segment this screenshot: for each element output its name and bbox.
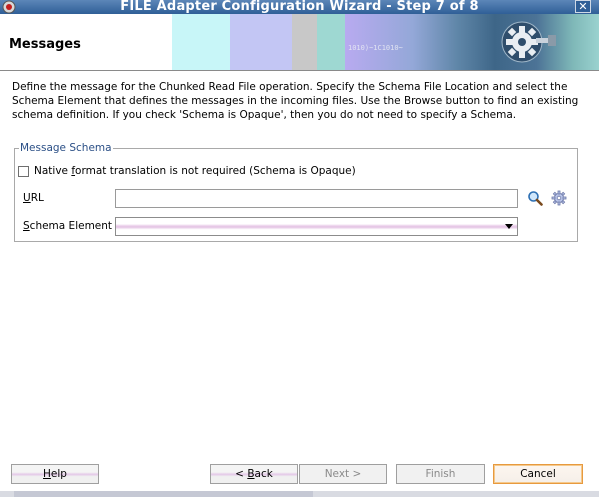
url-label: URL (23, 192, 44, 204)
close-button[interactable]: ✕ (575, 0, 591, 13)
search-icon[interactable] (527, 190, 543, 206)
finish-button[interactable]: Finish (396, 464, 485, 484)
chevron-down-icon[interactable] (505, 224, 513, 229)
page-title: Messages (9, 37, 81, 52)
gear-icon[interactable] (551, 190, 567, 206)
url-input[interactable] (115, 189, 518, 208)
schema-element-label: Schema Element (23, 220, 113, 232)
back-button[interactable]: < Back (210, 464, 298, 484)
gear-plug-icon (501, 21, 556, 63)
banner-divider (0, 70, 599, 71)
schema-element-select[interactable] (115, 217, 518, 236)
bottom-strip (0, 491, 599, 497)
banner-code: 1010)~1C1010~ (348, 44, 403, 52)
next-button[interactable]: Next > (299, 464, 387, 484)
step-description: Define the message for the Chunked Read … (12, 81, 579, 121)
app-icon[interactable] (2, 0, 16, 14)
banner: 1010)~1C1010~ Messages (0, 14, 599, 71)
message-schema-legend: Message Schema (19, 142, 113, 154)
schema-opaque-label[interactable]: Native format translation is not require… (34, 165, 356, 177)
window-title: FILE Adapter Configuration Wizard - Step… (120, 0, 479, 14)
title-bar: FILE Adapter Configuration Wizard - Step… (0, 0, 599, 14)
help-button[interactable]: Help (11, 464, 99, 484)
schema-opaque-checkbox[interactable] (18, 166, 29, 177)
cancel-button[interactable]: Cancel (493, 464, 583, 484)
